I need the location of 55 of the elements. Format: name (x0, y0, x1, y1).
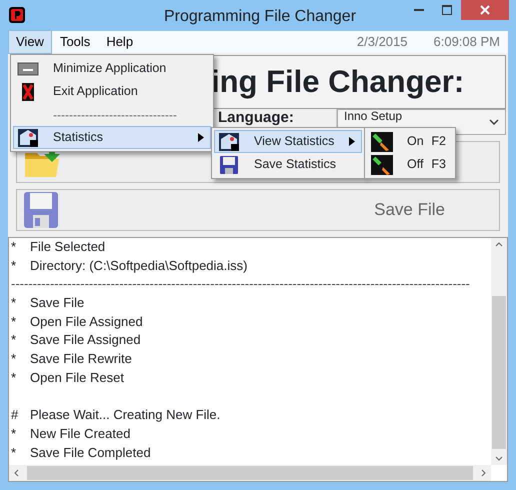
scroll-left-icon[interactable] (14, 469, 19, 477)
separator-text: ------------------------------- (53, 106, 177, 124)
menu-item[interactable]: Save Statistics (214, 153, 362, 176)
log-line: Open File Reset (30, 368, 124, 387)
bullet: * (11, 444, 18, 462)
bullet: * (11, 350, 18, 368)
bullet: * (11, 424, 18, 443)
plug-icon (371, 154, 393, 174)
menu-item[interactable]: Help (98, 30, 142, 54)
log-line: File Selected (30, 238, 106, 256)
log-line: Please Wait... Creating New File. (30, 406, 220, 424)
window-icon (17, 128, 39, 148)
window-title: Programming File Changer (162, 7, 358, 27)
window-icon (218, 132, 240, 152)
close-icon (480, 5, 490, 15)
menu-item[interactable]: View Statistics (214, 130, 362, 153)
log-line: New File Created (30, 424, 130, 443)
menu-item[interactable]: Exit Application (13, 80, 211, 103)
menu-item[interactable]: Statistics (13, 126, 211, 149)
log-line: Save File (30, 294, 84, 312)
save-file-button[interactable]: Save File (16, 189, 500, 231)
menu-item[interactable]: Off F3 (367, 153, 453, 176)
menu-item[interactable]: Minimize Application (13, 57, 211, 80)
plug-icon (371, 132, 393, 152)
time-text: 6:09:08 PM (434, 33, 500, 52)
log-line: Open File Assigned (30, 312, 143, 331)
scroll-down-icon[interactable] (495, 456, 503, 461)
maximize-icon (442, 5, 452, 15)
bullet: * (11, 294, 18, 312)
scroll-up-icon[interactable] (495, 242, 503, 247)
bullet: * (11, 238, 18, 256)
date-text: 2/3/2015 (356, 33, 408, 52)
submenu-arrow-icon (198, 133, 204, 142)
menu-item[interactable]: View (8, 30, 52, 54)
divider-line: ---------------------------------------------------------------------------------------------------------- (11, 275, 470, 294)
submenu-arrow-icon (349, 137, 355, 146)
language-label: Language: (218, 110, 294, 125)
log-line: Save File Rewrite (30, 350, 132, 368)
minimize-icon (414, 9, 424, 11)
bullet: * (11, 256, 18, 275)
bullet: * (11, 368, 18, 387)
menu-item[interactable]: Tools (52, 30, 98, 54)
log-line: Directory: (C:\Softpedia\Softpedia.iss) (30, 256, 248, 275)
bullet: * (11, 331, 18, 350)
close-button[interactable] (461, 0, 509, 20)
scroll-right-icon[interactable] (481, 469, 486, 477)
horizontal-scrollbar[interactable] (9, 465, 491, 481)
bullet: # (11, 406, 20, 424)
heading: ing File Changer: (211, 62, 464, 101)
bullet: * (11, 312, 18, 331)
log-line: Save File Assigned (30, 331, 141, 350)
app-logo-icon (8, 6, 26, 24)
log-line: Save File Completed (30, 444, 151, 462)
vertical-scrollbar[interactable] (491, 238, 507, 465)
chevron-down-icon (489, 119, 499, 125)
